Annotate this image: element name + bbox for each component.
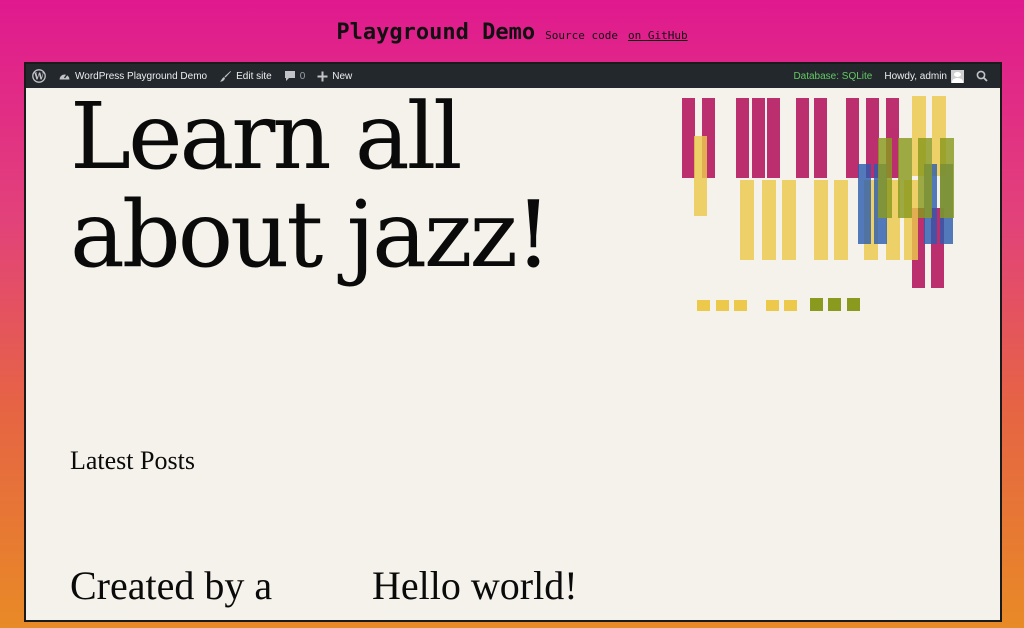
- database-indicator[interactable]: Database: SQLite: [787, 64, 878, 88]
- comments-count: 0: [299, 70, 306, 82]
- post-title-link[interactable]: Created by a: [70, 562, 272, 609]
- wordpress-logo-icon: W: [32, 69, 46, 83]
- comment-bubble-icon: [284, 70, 296, 82]
- hero-line-2: about jazz!: [70, 181, 552, 288]
- plus-icon: [317, 71, 328, 82]
- greeting-label: Howdy, admin: [884, 70, 947, 82]
- site-name-label: WordPress Playground Demo: [75, 70, 208, 82]
- source-code-label: Source code: [545, 29, 618, 42]
- my-account-menu[interactable]: Howdy, admin: [878, 64, 970, 88]
- demo-header: Playground Demo Source code on GitHub: [0, 20, 1024, 54]
- jazz-piano-art: [682, 96, 954, 311]
- dashboard-gauge-icon: [58, 70, 71, 82]
- github-link[interactable]: on GitHub: [628, 29, 688, 42]
- database-label: Database: SQLite: [793, 70, 873, 82]
- hero-heading: Learn all about jazz!: [70, 88, 670, 284]
- wp-logo-menu[interactable]: W: [26, 64, 52, 88]
- hero-line-1: Learn all: [70, 83, 463, 190]
- new-label: New: [332, 70, 353, 82]
- search-button[interactable]: [970, 64, 994, 88]
- edit-site-label: Edit site: [236, 70, 272, 82]
- demo-title: Playground Demo: [336, 20, 536, 45]
- latest-posts-heading: Latest Posts: [70, 446, 195, 475]
- search-icon: [976, 70, 988, 82]
- post-title-link[interactable]: Hello world!: [372, 562, 578, 609]
- svg-text:W: W: [33, 72, 45, 82]
- brush-icon: [219, 70, 232, 83]
- playground-frame: W WordPress Playground Demo Edit site 0 …: [24, 62, 1002, 622]
- site-content: Learn all about jazz! Latest Posts Creat…: [26, 88, 1000, 620]
- avatar: [951, 69, 964, 83]
